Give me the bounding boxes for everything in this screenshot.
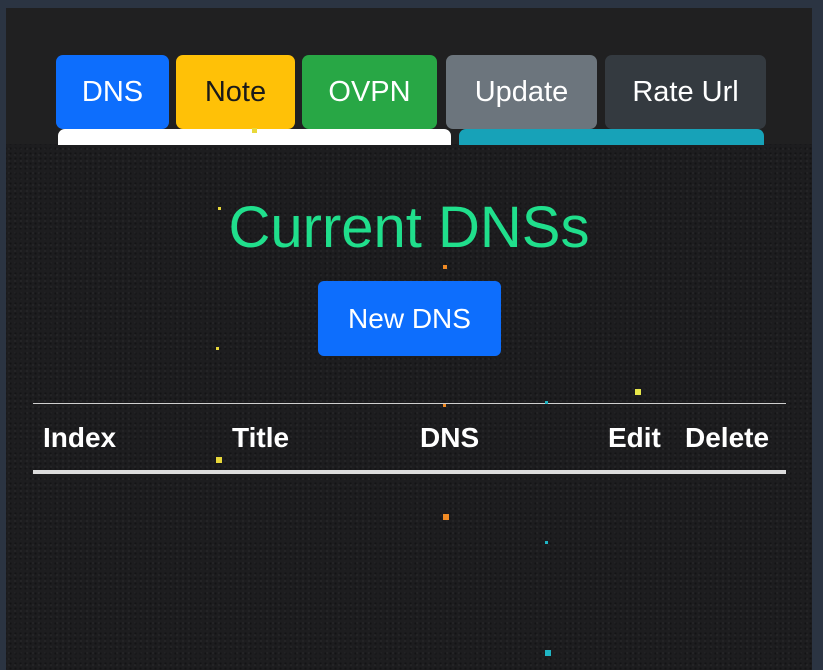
sparkle-dot bbox=[443, 404, 446, 407]
sparkle-dot bbox=[545, 650, 551, 656]
sparkle-dot bbox=[216, 457, 222, 463]
ovpn-button[interactable]: OVPN bbox=[302, 55, 437, 129]
sparkle-dot bbox=[218, 207, 221, 210]
column-header-edit: Edit bbox=[608, 422, 661, 453]
update-button[interactable]: Update bbox=[446, 55, 597, 129]
sparkle-dot bbox=[252, 128, 257, 133]
sparkle-dot bbox=[545, 401, 548, 404]
column-header-index: Index bbox=[43, 422, 117, 453]
new-dns-button[interactable]: New DNS bbox=[318, 281, 501, 356]
column-header-delete: Delete bbox=[685, 422, 770, 453]
dns-button[interactable]: DNS bbox=[56, 55, 169, 129]
sparkle-dot bbox=[443, 514, 449, 520]
rate-url-button[interactable]: Rate Url bbox=[605, 55, 766, 129]
top-nav-bar: DNS Note OVPN Update Rate Url bbox=[6, 8, 812, 145]
table-top-border bbox=[33, 403, 786, 404]
note-button[interactable]: Note bbox=[176, 55, 295, 129]
column-header-dns: DNS bbox=[420, 422, 480, 453]
teal-tab-strip bbox=[459, 129, 764, 145]
sparkle-dot bbox=[545, 541, 548, 544]
sparkle-dot bbox=[635, 389, 641, 395]
sparkle-dot bbox=[443, 265, 447, 269]
column-header-title: Title bbox=[232, 422, 290, 453]
sparkle-dot bbox=[216, 347, 219, 350]
table-header-border bbox=[33, 470, 786, 474]
app-frame: DNS Note OVPN Update Rate Url Current DN… bbox=[0, 0, 823, 670]
app-screen: DNS Note OVPN Update Rate Url Current DN… bbox=[6, 8, 812, 670]
page-title: Current DNSs bbox=[228, 195, 590, 260]
